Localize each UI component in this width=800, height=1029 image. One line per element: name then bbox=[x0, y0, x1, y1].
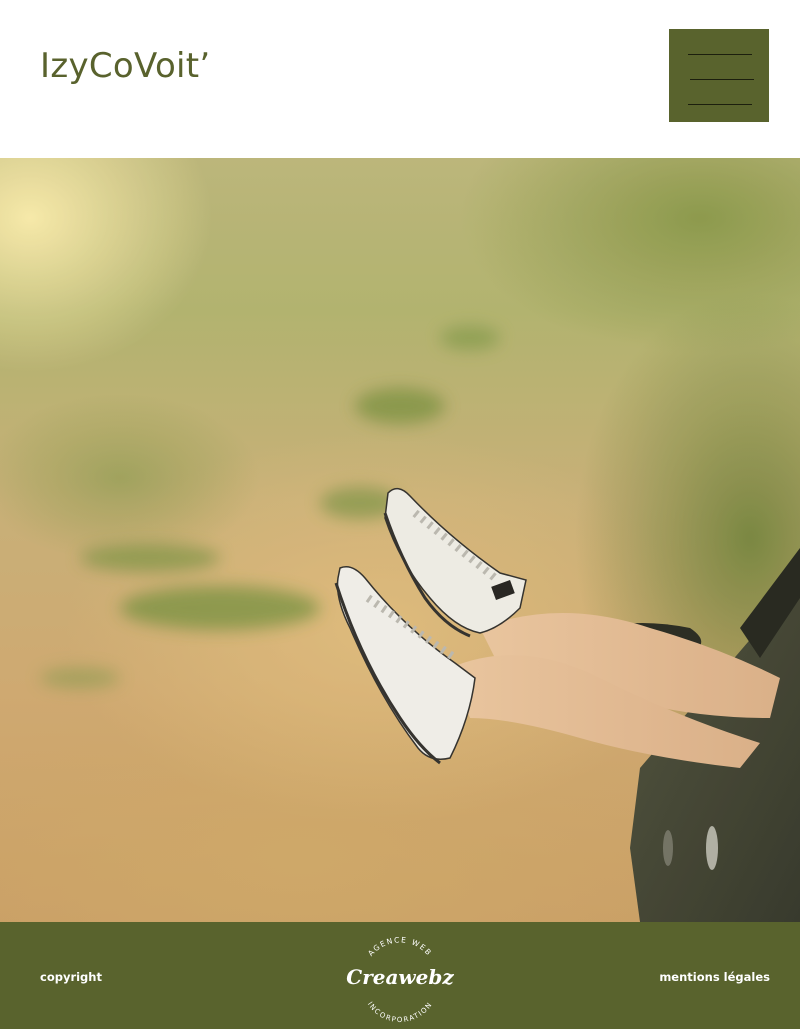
site-header: IzyCoVoit’ bbox=[0, 0, 800, 158]
logo-bottom-text: INCORPORATION bbox=[366, 1000, 433, 1024]
menu-line bbox=[688, 104, 752, 105]
svg-text:INCORPORATION: INCORPORATION bbox=[366, 1000, 434, 1024]
copyright-link[interactable]: copyright bbox=[40, 970, 102, 984]
creawebz-logo[interactable]: AGENCE WEB Creawebz INCORPORATION bbox=[340, 926, 460, 1026]
brand-logo-text[interactable]: IzyCoVoit’ bbox=[40, 46, 211, 86]
menu-line bbox=[690, 79, 754, 80]
hero-illustration bbox=[0, 158, 800, 922]
site-footer: copyright AGENCE WEB Creawebz INCORPORAT… bbox=[0, 922, 800, 1029]
hamburger-menu-button[interactable] bbox=[669, 29, 769, 122]
menu-line bbox=[688, 54, 752, 55]
logo-main-text: Creawebz bbox=[346, 965, 454, 989]
svg-text:AGENCE WEB: AGENCE WEB bbox=[366, 935, 434, 958]
hero-image bbox=[0, 158, 800, 922]
logo-top-text: AGENCE WEB bbox=[366, 935, 432, 958]
legal-notice-link[interactable]: mentions légales bbox=[659, 970, 770, 984]
